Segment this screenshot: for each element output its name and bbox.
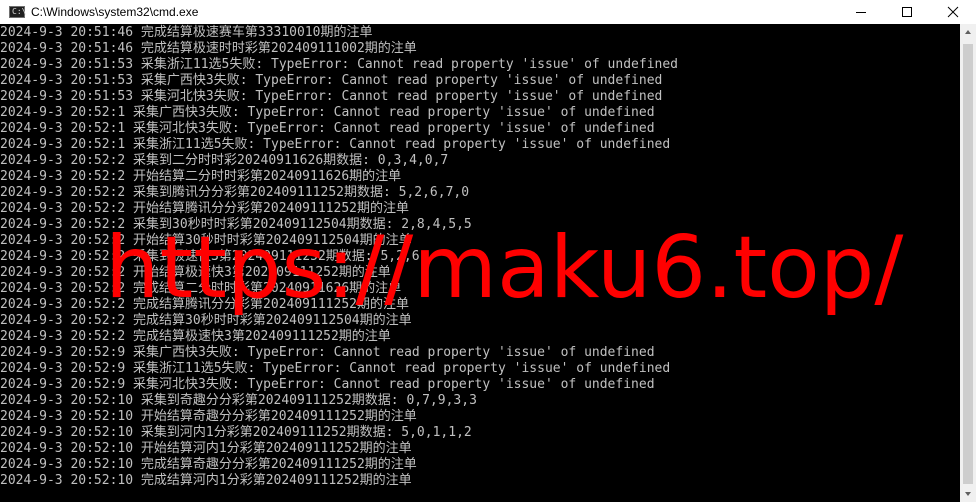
minimize-button[interactable]	[838, 0, 884, 24]
console-line: 2024-9-3 20:52:10 开始结算河内1分彩第202409111252…	[0, 441, 412, 456]
cmd-window: C:\ C:\Windows\system32\cmd.exe 2024-9-3…	[0, 0, 976, 502]
console-line: 2024-9-3 20:52:10 完成结算河内1分彩第202409111252…	[0, 473, 412, 488]
console-line: 2024-9-3 20:52:1 采集浙江11选5失败: TypeError: …	[0, 137, 671, 152]
console-line: 2024-9-3 20:52:9 采集浙江11选5失败: TypeError: …	[0, 361, 671, 376]
vertical-scrollbar[interactable]	[960, 24, 976, 502]
console-line: 2024-9-3 20:52:2 采集到腾讯分分彩第202409111252期数…	[0, 185, 470, 200]
title-bar[interactable]: C:\ C:\Windows\system32\cmd.exe	[0, 0, 976, 24]
scroll-down-button[interactable]	[960, 486, 976, 502]
close-button[interactable]	[930, 0, 976, 24]
console-line: 2024-9-3 20:52:1 采集河北快3失败: TypeError: Ca…	[0, 121, 655, 136]
console-output[interactable]: 2024-9-3 20:51:46 完成结算极速赛车第33310010期的注单 2…	[0, 24, 960, 502]
scroll-thumb[interactable]	[963, 44, 973, 484]
console-line: 2024-9-3 20:52:9 采集广西快3失败: TypeError: Ca…	[0, 345, 655, 360]
cmd-app-icon-label: C:\	[12, 7, 27, 16]
scroll-up-button[interactable]	[960, 24, 976, 40]
console-line: 2024-9-3 20:52:2 开始结算30秒时时彩第202409112504…	[0, 233, 412, 248]
console-line: 2024-9-3 20:52:2 采集到二分时时彩20240911626期数据:…	[0, 153, 449, 168]
console-line: 2024-9-3 20:52:10 采集到奇趣分分彩第202409111252期…	[0, 393, 477, 408]
console-line: 2024-9-3 20:52:2 完成结算腾讯分分彩第202409111252期…	[0, 297, 409, 312]
window-controls	[838, 0, 976, 24]
console-line: 2024-9-3 20:51:46 完成结算极速赛车第33310010期的注单	[0, 25, 373, 40]
window-title: C:\Windows\system32\cmd.exe	[31, 5, 199, 19]
console-line: 2024-9-3 20:52:2 完成结算30秒时时彩第202409112504…	[0, 313, 412, 328]
console-line: 2024-9-3 20:52:10 采集到河内1分彩第202409111252期…	[0, 425, 472, 440]
console-line: 2024-9-3 20:51:53 采集广西快3失败: TypeError: C…	[0, 73, 663, 88]
console-line: 2024-9-3 20:52:2 采集到30秒时时彩第202409112504期…	[0, 217, 472, 232]
console-line: 2024-9-3 20:51:46 完成结算极速时时彩第202409111002…	[0, 41, 417, 56]
cmd-app-icon[interactable]: C:\	[9, 6, 27, 18]
scroll-up-icon	[965, 30, 971, 34]
close-icon	[947, 6, 959, 18]
maximize-button[interactable]	[884, 0, 930, 24]
console-line: 2024-9-3 20:52:2 开始结算极速快3第202409111252期的…	[0, 265, 391, 280]
console-line: 2024-9-3 20:52:1 采集广西快3失败: TypeError: Ca…	[0, 105, 655, 120]
console-line: 2024-9-3 20:52:10 完成结算奇趣分分彩第202409111252…	[0, 457, 417, 472]
console-line: 2024-9-3 20:51:53 采集河北快3失败: TypeError: C…	[0, 89, 663, 104]
console-line: 2024-9-3 20:52:2 完成结算极速快3第202409111252期的…	[0, 329, 391, 344]
console-line: 2024-9-3 20:52:10 开始结算奇趣分分彩第202409111252…	[0, 409, 417, 424]
console-line: 2024-9-3 20:52:2 完成结算二分时时彩第20240911626期的…	[0, 281, 402, 296]
console-line: 2024-9-3 20:52:2 采集到极速快3第202409111252期数据…	[0, 249, 420, 264]
minimize-icon	[856, 12, 866, 13]
scroll-down-icon	[965, 492, 971, 496]
console-line: 2024-9-3 20:52:9 采集河北快3失败: TypeError: Ca…	[0, 377, 655, 392]
maximize-icon	[902, 7, 912, 17]
console-line: 2024-9-3 20:52:2 开始结算腾讯分分彩第202409111252期…	[0, 201, 409, 216]
console-line: 2024-9-3 20:52:2 开始结算二分时时彩第20240911626期的…	[0, 169, 402, 184]
console-line: 2024-9-3 20:51:53 采集浙江11选5失败: TypeError:…	[0, 57, 678, 72]
